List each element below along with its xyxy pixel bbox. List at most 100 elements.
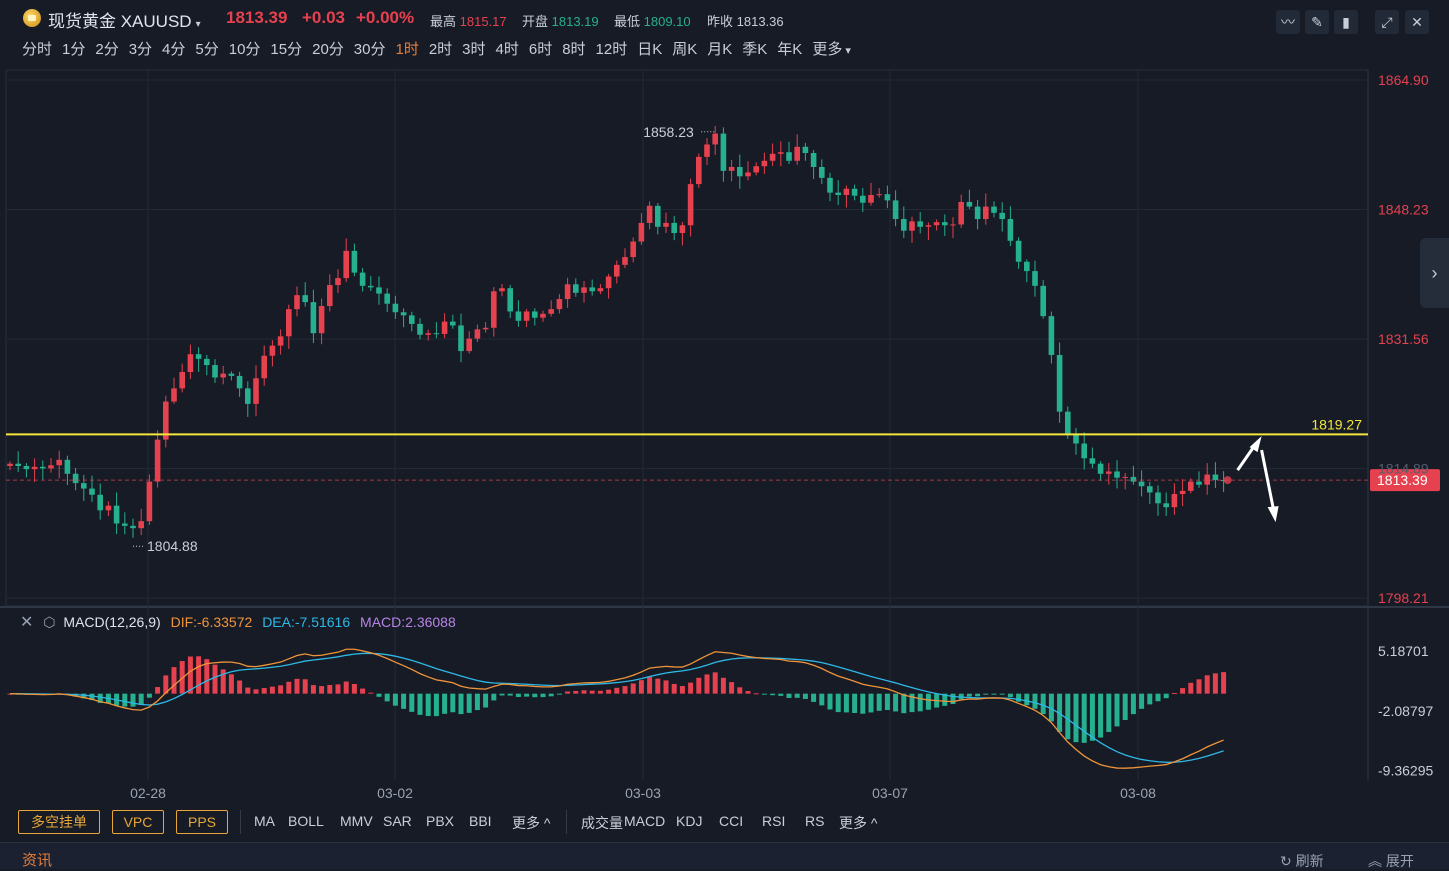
macd-bar bbox=[319, 686, 325, 694]
candle bbox=[154, 430, 161, 488]
y-tick-label: 1864.90 bbox=[1378, 72, 1429, 88]
macd-bar bbox=[1073, 693, 1079, 743]
macd-bar bbox=[1081, 693, 1087, 743]
macd-bar bbox=[146, 693, 152, 698]
close-icon[interactable]: ✕ bbox=[20, 614, 33, 631]
sub-indicator-button[interactable]: RS bbox=[805, 813, 824, 829]
dif-value: DIF:-6.33572 bbox=[170, 614, 253, 630]
chevron-right-icon: › bbox=[1431, 263, 1438, 283]
macd-bar bbox=[884, 693, 890, 711]
candle bbox=[236, 371, 243, 397]
main-indicator-button[interactable]: PBX bbox=[426, 813, 454, 829]
candle bbox=[974, 199, 981, 230]
macd-bar bbox=[1007, 693, 1013, 698]
macd-bar bbox=[499, 693, 505, 696]
main-indicator-button[interactable]: SAR bbox=[383, 813, 412, 829]
sub-indicator-button[interactable]: RSI bbox=[762, 813, 785, 829]
main-indicator-button[interactable]: 更多 ^ bbox=[512, 813, 550, 833]
macd-bar bbox=[171, 667, 177, 694]
candle bbox=[860, 187, 866, 213]
macd-bar bbox=[901, 693, 907, 714]
candle bbox=[1081, 432, 1087, 470]
macd-bar bbox=[1016, 693, 1022, 702]
sub-indicator-button[interactable]: 成交量 bbox=[581, 813, 623, 833]
macd-bar bbox=[1032, 693, 1038, 709]
y-tick-label: 1798.21 bbox=[1378, 590, 1429, 606]
candle bbox=[622, 248, 628, 269]
macd-bar bbox=[679, 686, 685, 694]
candle bbox=[663, 212, 669, 234]
macd-bar bbox=[351, 684, 357, 694]
macd-bar bbox=[138, 693, 144, 705]
level-label: 1819.27 bbox=[1311, 416, 1362, 432]
macd-bar bbox=[983, 693, 989, 695]
macd-bar bbox=[1139, 693, 1145, 709]
candle bbox=[1122, 473, 1128, 490]
candle bbox=[302, 282, 308, 307]
price-chart[interactable]: 1858.231804.881819.271813.39 1864.901848… bbox=[0, 0, 1449, 806]
candle bbox=[515, 300, 522, 327]
order-button-vpc[interactable]: VPC bbox=[112, 810, 164, 834]
macd-bar bbox=[737, 687, 743, 694]
main-indicator-button[interactable]: BBI bbox=[469, 813, 492, 829]
candle bbox=[130, 518, 136, 538]
candle bbox=[942, 214, 948, 236]
main-indicator-button[interactable]: MA bbox=[254, 813, 275, 829]
candle bbox=[901, 206, 907, 239]
main-indicator-button[interactable]: MMV bbox=[340, 813, 373, 829]
down-arrow-head bbox=[1267, 506, 1279, 523]
macd-bar bbox=[811, 693, 817, 702]
candle bbox=[31, 458, 38, 483]
candle bbox=[630, 237, 636, 263]
candle bbox=[113, 492, 120, 535]
macd-bar bbox=[392, 693, 398, 706]
macd-bar bbox=[835, 693, 841, 713]
macd-bar bbox=[474, 693, 480, 711]
candle bbox=[204, 355, 210, 376]
sub-indicator-button[interactable]: KDJ bbox=[676, 813, 702, 829]
candle bbox=[327, 274, 333, 312]
sub-indicator-button[interactable]: 更多 ^ bbox=[839, 813, 877, 833]
macd-bar bbox=[327, 684, 333, 694]
order-button-pps[interactable]: PPS bbox=[176, 810, 228, 834]
macd-bar bbox=[1155, 693, 1161, 702]
refresh-icon: ↻ bbox=[1280, 853, 1292, 869]
macd-bar bbox=[860, 693, 866, 714]
settings-icon[interactable]: ⬡ bbox=[43, 614, 55, 630]
candle bbox=[1048, 311, 1055, 364]
macd-bar bbox=[852, 693, 858, 714]
candle bbox=[163, 395, 169, 448]
candle bbox=[1032, 260, 1038, 297]
sub-indicator-button[interactable]: CCI bbox=[719, 813, 743, 829]
macd-bar bbox=[925, 693, 931, 710]
candle bbox=[138, 508, 144, 536]
candle bbox=[950, 217, 956, 239]
candle bbox=[286, 304, 292, 349]
macd-bar bbox=[745, 691, 751, 694]
expand-button[interactable]: ︽ 展开 bbox=[1368, 851, 1414, 871]
macd-bar bbox=[1024, 693, 1030, 706]
side-panel-toggle[interactable]: › bbox=[1420, 238, 1449, 308]
candle bbox=[819, 159, 825, 184]
candle bbox=[105, 501, 112, 517]
macd-bar bbox=[614, 687, 620, 694]
macd-bar bbox=[548, 693, 554, 697]
sub-indicator-button[interactable]: MACD bbox=[624, 813, 665, 829]
macd-bar bbox=[540, 693, 546, 698]
macd-panel bbox=[7, 648, 1227, 769]
macd-y-tick-label: 5.18701 bbox=[1378, 643, 1429, 659]
candle bbox=[343, 238, 349, 282]
macd-bar bbox=[696, 677, 702, 694]
macd-bar bbox=[655, 678, 661, 694]
order-button-long-short[interactable]: 多空挂单 bbox=[18, 810, 100, 834]
main-indicator-button[interactable]: BOLL bbox=[288, 813, 324, 829]
macd-bar bbox=[827, 693, 833, 710]
news-tab[interactable]: 资讯 bbox=[22, 849, 52, 870]
refresh-button[interactable]: ↻ 刷新 bbox=[1280, 851, 1324, 871]
macd-bar bbox=[286, 681, 292, 694]
macd-bar bbox=[597, 690, 603, 694]
candle bbox=[1163, 492, 1169, 517]
macd-bar bbox=[212, 664, 218, 694]
candle bbox=[728, 159, 735, 182]
candle bbox=[89, 475, 95, 502]
